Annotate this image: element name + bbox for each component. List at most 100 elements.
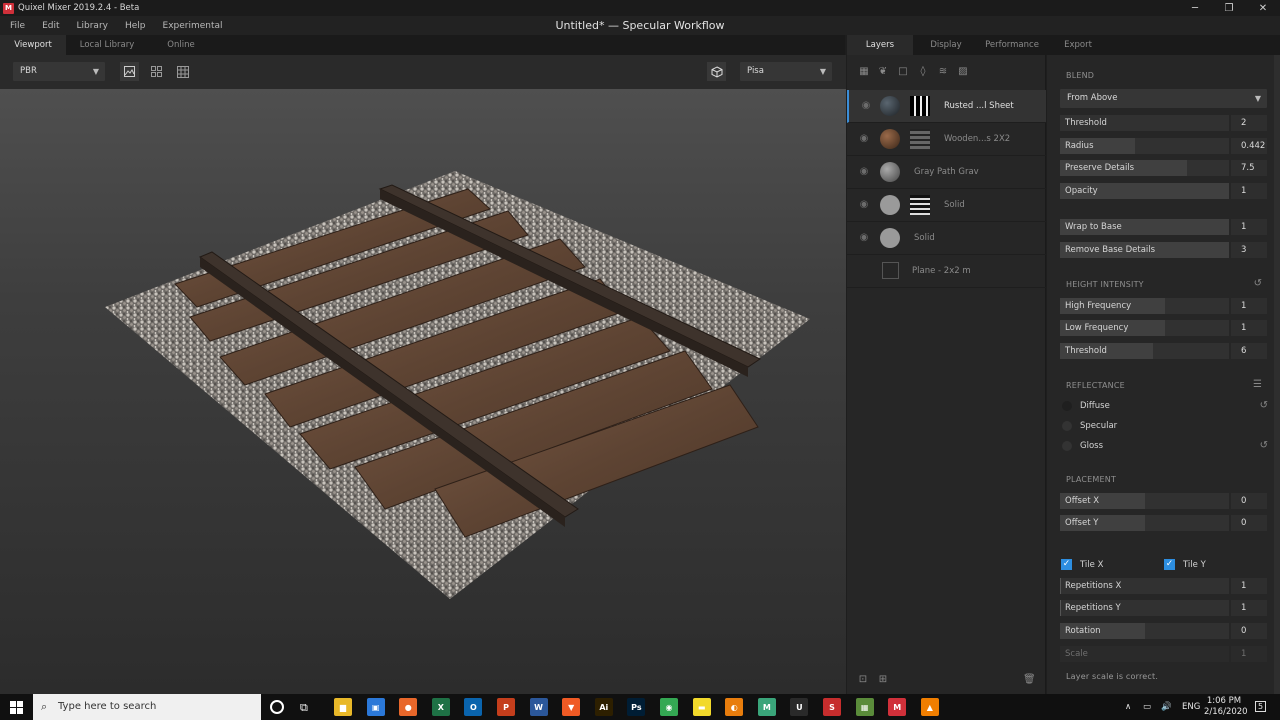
split-view-icon[interactable] — [147, 62, 166, 81]
environment-dropdown[interactable]: Pisa ▼ — [740, 62, 832, 81]
visibility-eye-icon[interactable]: ◉ — [858, 166, 870, 178]
add-atlas-icon[interactable]: ❦ — [877, 66, 889, 78]
tab-performance[interactable]: Performance — [979, 35, 1045, 55]
layer-item-solid-2[interactable]: ◉ Solid — [847, 222, 1046, 255]
taskbar-chrome-icon[interactable]: ◉ — [660, 698, 678, 716]
low-frequency-slider[interactable]: Low Frequency — [1060, 320, 1229, 336]
taskbar-blender-icon[interactable]: ◐ — [725, 698, 744, 716]
tab-local-library[interactable]: Local Library — [66, 35, 148, 55]
layer-item-plane[interactable]: Plane - 2x2 m — [847, 255, 1046, 288]
layer-item-rusted-sheet[interactable]: ◉ Rusted ...l Sheet — [847, 90, 1046, 123]
layer-item-solid-1[interactable]: ◉ Solid — [847, 189, 1046, 222]
image-view-icon[interactable] — [120, 62, 139, 81]
reset-icon[interactable]: ↺ — [1254, 278, 1262, 289]
render-mode-dropdown[interactable]: PBR ▼ — [13, 62, 105, 81]
taskbar-outlook-icon[interactable]: O — [464, 698, 483, 716]
maximize-button[interactable]: ❐ — [1212, 0, 1246, 16]
add-group-icon[interactable]: ⊞ — [877, 674, 889, 686]
rotation-slider[interactable]: Rotation — [1060, 623, 1229, 639]
rotation-value[interactable]: 0 — [1231, 623, 1267, 639]
offset-y-slider[interactable]: Offset Y — [1060, 515, 1229, 531]
language-indicator[interactable]: ENG — [1182, 694, 1200, 720]
cube-icon[interactable] — [707, 62, 726, 81]
gloss-option[interactable]: Gloss ↺ — [1060, 438, 1268, 454]
tab-display[interactable]: Display — [913, 35, 979, 55]
visibility-eye-icon[interactable]: ◉ — [860, 100, 872, 112]
taskbar-photoshop-icon[interactable]: Ps — [627, 698, 646, 716]
layer-item-gray-path-gravel[interactable]: ◉ Gray Path Grav — [847, 156, 1046, 189]
tile-x-checkbox[interactable]: ✓ — [1061, 559, 1072, 570]
diffuse-option[interactable]: Diffuse ↺ — [1060, 398, 1268, 414]
menu-edit[interactable]: Edit — [42, 21, 59, 31]
close-button[interactable]: ✕ — [1246, 0, 1280, 16]
network-icon[interactable]: ▭ — [1143, 694, 1151, 720]
remove-base-details-value[interactable]: 3 — [1231, 242, 1267, 258]
repetitions-y-slider[interactable]: Repetitions Y — [1060, 600, 1229, 616]
opacity-slider[interactable]: Opacity — [1060, 183, 1229, 199]
properties-scrollbar[interactable] — [1274, 55, 1280, 694]
3d-viewport[interactable] — [0, 89, 846, 694]
taskbar-excel-icon[interactable]: X — [431, 698, 450, 716]
add-filter-icon[interactable]: ≋ — [937, 66, 949, 78]
repetitions-x-slider[interactable]: Repetitions X — [1060, 578, 1229, 594]
reset-icon[interactable]: ↺ — [1260, 440, 1268, 451]
taskbar-minecraft-icon[interactable]: ▦ — [855, 698, 874, 716]
radius-slider[interactable]: Radius — [1060, 138, 1229, 154]
taskbar-mixer-green-icon[interactable]: M — [757, 698, 776, 716]
taskbar-unreal-icon[interactable]: U — [790, 698, 809, 716]
high-frequency-value[interactable]: 1 — [1231, 298, 1267, 314]
scale-slider[interactable]: Scale — [1060, 646, 1229, 662]
menu-experimental[interactable]: Experimental — [163, 21, 223, 31]
taskbar-illustrator-icon[interactable]: Ai — [594, 698, 613, 716]
clock[interactable]: 1:06 PM 2/16/2020 — [1204, 694, 1248, 720]
menu-file[interactable]: File — [10, 21, 25, 31]
add-solid-icon[interactable]: □ — [897, 66, 909, 78]
height-threshold-slider[interactable]: Threshold — [1060, 343, 1229, 359]
taskbar-explorer-icon[interactable]: ▆ — [334, 698, 352, 716]
add-paint-icon[interactable]: ◊ — [917, 66, 929, 78]
visibility-eye-icon[interactable]: ◉ — [858, 133, 870, 145]
menu-lines-icon[interactable]: ☰ — [1253, 379, 1262, 390]
wrap-to-base-value[interactable]: 1 — [1231, 219, 1267, 235]
visibility-eye-icon[interactable]: ◉ — [858, 199, 870, 211]
menu-library[interactable]: Library — [77, 21, 108, 31]
tray-chevron-icon[interactable]: ∧ — [1125, 694, 1131, 720]
taskbar-quixel-mixer-icon[interactable]: M — [888, 698, 907, 716]
repetitions-y-value[interactable]: 1 — [1231, 600, 1267, 616]
remove-base-details-slider[interactable]: Remove Base Details — [1060, 242, 1229, 258]
threshold-value[interactable]: 2 — [1231, 115, 1267, 131]
blend-mode-dropdown[interactable]: From Above ▼ — [1060, 89, 1267, 108]
wrap-to-base-slider[interactable]: Wrap to Base — [1060, 219, 1229, 235]
add-surface-icon[interactable]: ▦ — [858, 66, 870, 78]
offset-y-value[interactable]: 0 — [1231, 515, 1267, 531]
reset-icon[interactable]: ↺ — [1260, 400, 1268, 411]
low-frequency-value[interactable]: 1 — [1231, 320, 1267, 336]
repetitions-x-value[interactable]: 1 — [1231, 578, 1267, 594]
specular-option[interactable]: Specular — [1060, 418, 1260, 434]
taskbar-brave-icon[interactable]: ▼ — [562, 698, 581, 716]
cortana-icon[interactable] — [270, 700, 284, 714]
trash-icon[interactable]: 🗑 — [1023, 674, 1036, 686]
height-threshold-value[interactable]: 6 — [1231, 343, 1267, 359]
preserve-details-value[interactable]: 7.5 — [1231, 160, 1267, 176]
taskbar-word-icon[interactable]: W — [529, 698, 548, 716]
threshold-slider[interactable]: Threshold — [1060, 115, 1229, 131]
tab-layers[interactable]: Layers — [847, 35, 913, 55]
tile-y-checkbox[interactable]: ✓ — [1164, 559, 1175, 570]
visibility-eye-icon[interactable]: ◉ — [858, 232, 870, 244]
taskbar-firefox-icon[interactable]: ● — [399, 698, 418, 716]
scale-value[interactable]: 1 — [1231, 646, 1267, 662]
preserve-details-slider[interactable]: Preserve Details — [1060, 160, 1229, 176]
layer-item-wooden[interactable]: ◉ Wooden...s 2X2 — [847, 123, 1046, 156]
taskbar-sticky-notes-icon[interactable]: ▬ — [692, 698, 711, 716]
add-layer-icon[interactable]: ⊡ — [857, 674, 869, 686]
notification-icon[interactable]: 5 — [1255, 694, 1267, 720]
high-frequency-slider[interactable]: High Frequency — [1060, 298, 1229, 314]
windows-start-icon[interactable] — [10, 701, 23, 717]
offset-x-value[interactable]: 0 — [1231, 493, 1267, 509]
menu-help[interactable]: Help — [125, 21, 146, 31]
tab-viewport[interactable]: Viewport — [0, 35, 66, 55]
tab-online[interactable]: Online — [148, 35, 214, 55]
add-mask-icon[interactable]: ▨ — [957, 66, 969, 78]
volume-icon[interactable]: 🔊 — [1161, 694, 1172, 720]
